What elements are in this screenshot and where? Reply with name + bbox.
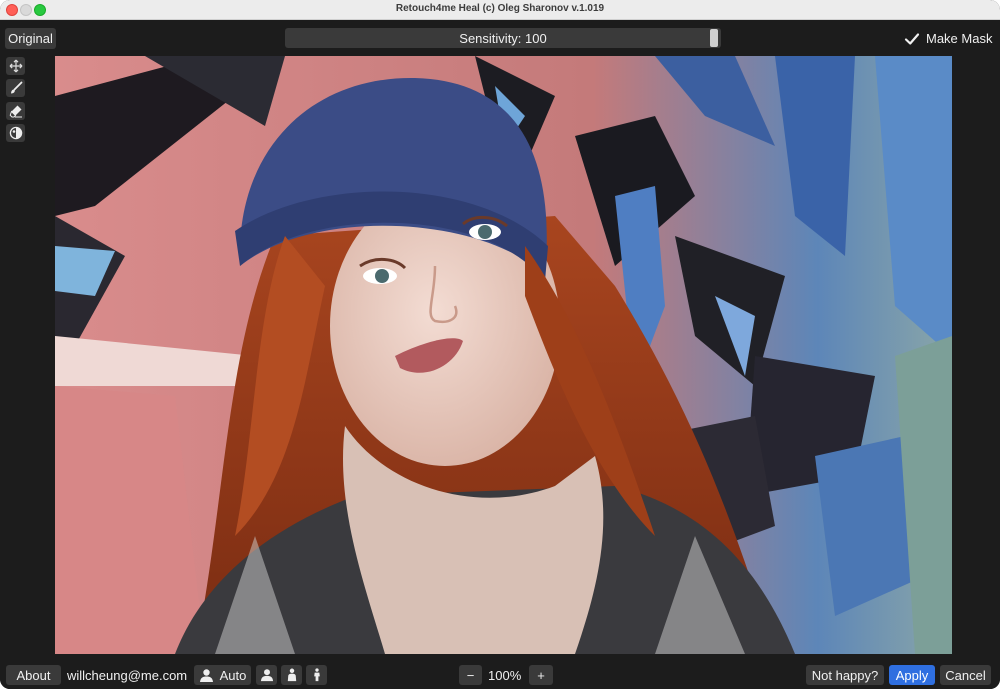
apply-button[interactable]: Apply — [889, 665, 935, 685]
half-body-mode-button[interactable] — [281, 665, 302, 685]
title-bar: Retouch4me Heal (c) Oleg Sharonov v.1.01… — [0, 0, 1000, 20]
not-happy-button[interactable]: Not happy? — [806, 665, 884, 685]
make-mask-checkbox[interactable]: Make Mask — [903, 28, 992, 49]
full-body-icon — [313, 668, 320, 682]
zoom-level: 100% — [488, 668, 522, 683]
portrait-mode-button[interactable] — [256, 665, 277, 685]
window-title: Retouch4me Heal (c) Oleg Sharonov v.1.01… — [395, 3, 605, 14]
brush-icon — [10, 81, 22, 94]
half-body-icon — [287, 668, 296, 682]
contrast-tool-button[interactable] — [6, 124, 25, 142]
sensitivity-label: Sensitivity: 100 — [459, 31, 547, 46]
user-email: willcheung@me.com — [67, 668, 188, 683]
brush-tool-button[interactable] — [6, 79, 25, 97]
about-button[interactable]: About — [6, 665, 61, 685]
eraser-tool-button[interactable] — [6, 102, 25, 120]
checkmark-icon — [904, 32, 920, 45]
make-mask-label: Make Mask — [926, 31, 993, 46]
zoom-in-button[interactable]: + — [529, 665, 553, 685]
move-tool-button[interactable] — [6, 57, 25, 75]
full-body-mode-button[interactable] — [306, 665, 327, 685]
auto-mode-button[interactable]: Auto — [194, 665, 251, 685]
auto-mode-label: Auto — [219, 667, 247, 683]
person-icon — [199, 668, 213, 682]
photo-canvas[interactable] — [55, 56, 952, 654]
cancel-button[interactable]: Cancel — [940, 665, 991, 685]
move-icon — [9, 59, 22, 73]
original-button[interactable]: Original — [5, 28, 56, 49]
bottom-toolbar: About willcheung@me.com Auto − 100% + No… — [0, 659, 1000, 689]
contrast-icon — [9, 126, 22, 140]
app-window: Retouch4me Heal (c) Oleg Sharonov v.1.01… — [0, 0, 1000, 689]
portrait-icon — [260, 669, 273, 682]
portrait-photo — [55, 56, 952, 654]
top-toolbar: Original Sensitivity: 100 Make Mask — [0, 20, 1000, 56]
sensitivity-slider[interactable]: Sensitivity: 100 — [285, 28, 721, 48]
zoom-out-button[interactable]: − — [459, 665, 482, 685]
eraser-icon — [9, 105, 22, 118]
sensitivity-slider-thumb[interactable] — [710, 29, 718, 47]
